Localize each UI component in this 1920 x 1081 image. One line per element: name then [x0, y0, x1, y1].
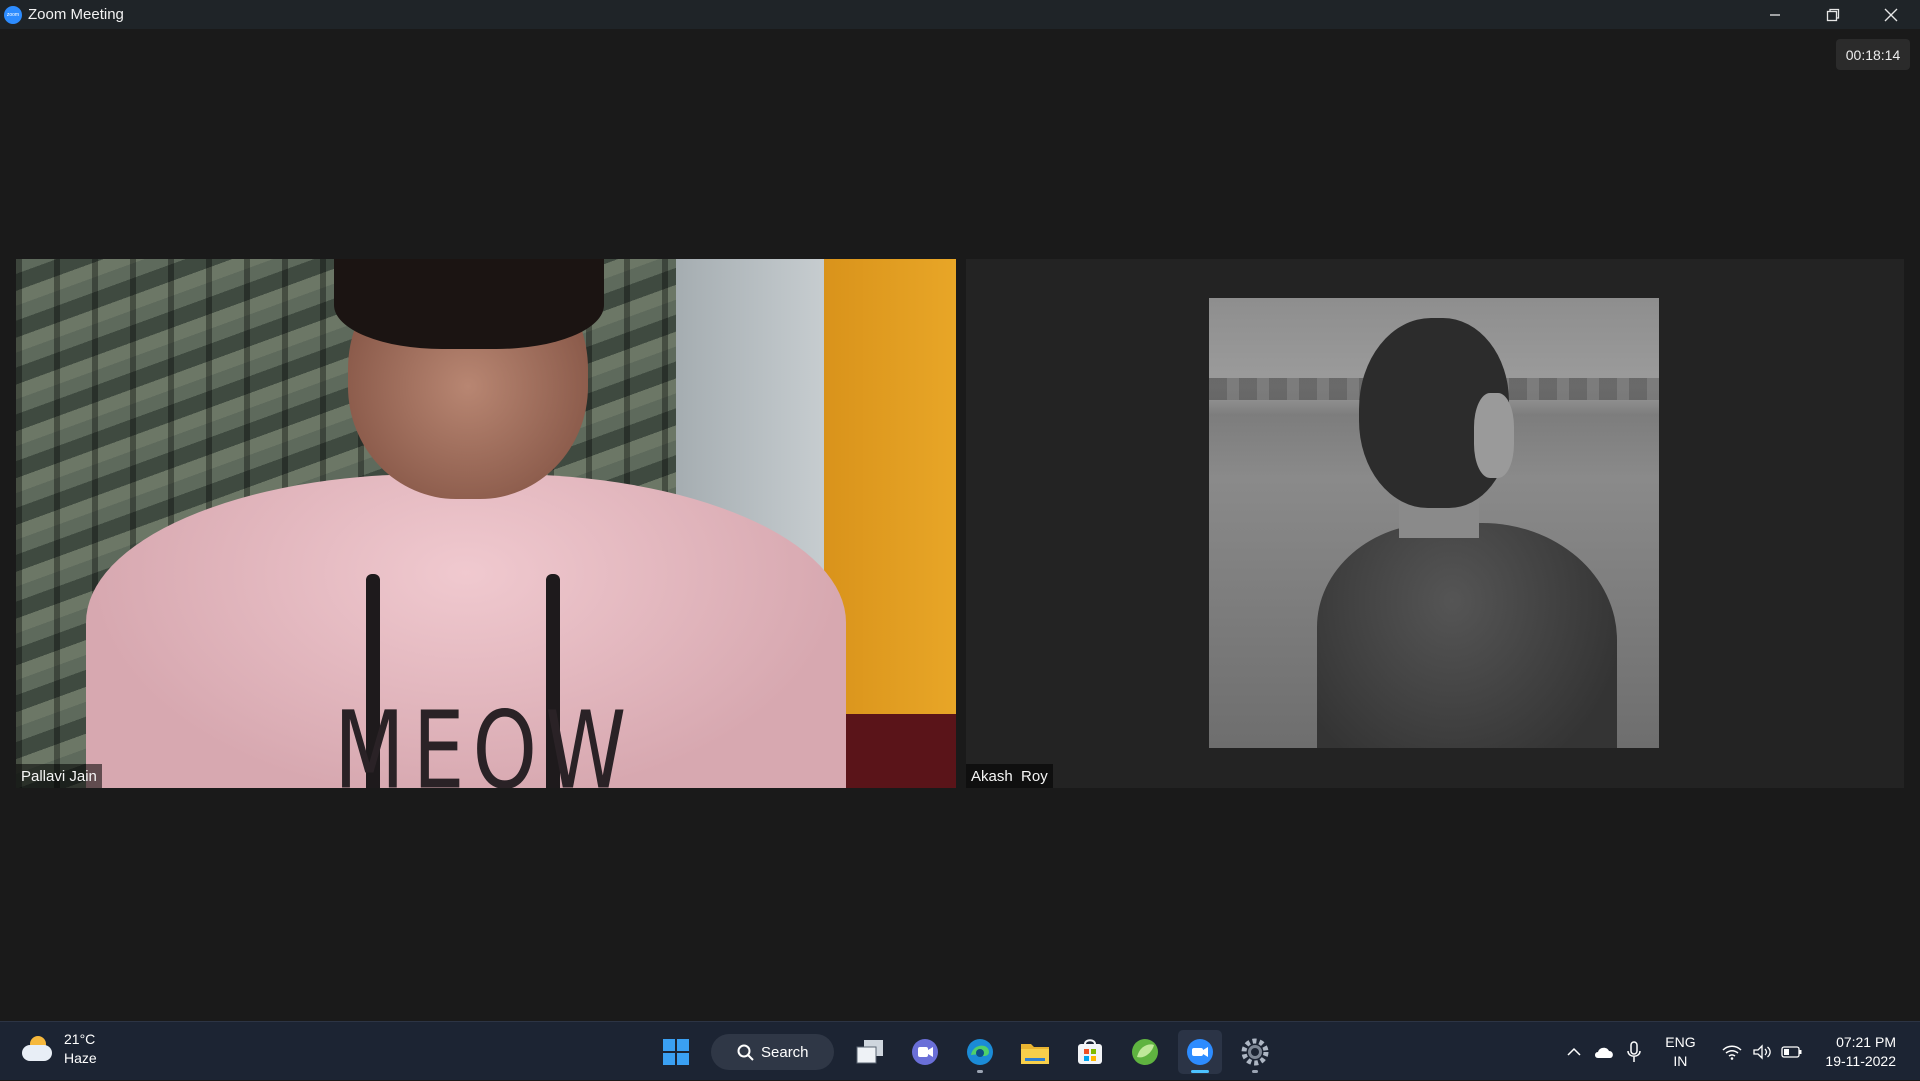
clock-time: 07:21 PM — [1836, 1033, 1896, 1050]
restore-icon — [1826, 8, 1840, 21]
clock-date: 19-11-2022 — [1825, 1052, 1896, 1069]
chat-icon — [912, 1039, 938, 1065]
close-button[interactable] — [1862, 0, 1920, 29]
microphone-button[interactable] — [1619, 1037, 1649, 1067]
restore-button[interactable] — [1804, 0, 1862, 29]
taskbar-apps: Search — [654, 1030, 1288, 1074]
weather-condition: Haze — [64, 1050, 97, 1066]
windows-start-icon — [663, 1039, 689, 1065]
weather-widget[interactable]: 21°C Haze — [20, 1030, 97, 1068]
region-code: IN — [1673, 1052, 1688, 1069]
logo-text: zoom — [6, 11, 20, 18]
zoom-icon — [1187, 1039, 1213, 1065]
photo-person-face — [1474, 393, 1514, 478]
wifi-icon — [1722, 1045, 1742, 1060]
meeting-timer: 00:18:14 — [1836, 39, 1910, 70]
onedrive-button[interactable] — [1589, 1037, 1619, 1067]
volume-button[interactable] — [1747, 1037, 1777, 1067]
battery-button[interactable] — [1777, 1037, 1807, 1067]
zoom-logo-icon: zoom — [4, 5, 22, 24]
search-icon — [737, 1044, 754, 1061]
start-button[interactable] — [654, 1030, 698, 1074]
green-app-button[interactable] — [1123, 1030, 1167, 1074]
video-tile-akash[interactable]: Akash Roy — [966, 259, 1904, 788]
settings-icon — [1241, 1038, 1269, 1066]
participant-name-tag: Pallavi Jain — [16, 764, 102, 788]
taskbar-search[interactable]: Search — [711, 1034, 834, 1070]
chat-button[interactable] — [903, 1030, 947, 1074]
close-icon — [1884, 8, 1898, 21]
network-button[interactable] — [1717, 1037, 1747, 1067]
running-indicator — [1252, 1070, 1258, 1073]
hoodie-print: MEOW — [334, 689, 635, 788]
store-button[interactable] — [1068, 1030, 1112, 1074]
photo-person-body — [1317, 523, 1617, 748]
onedrive-cloud-icon — [1595, 1047, 1614, 1058]
show-hidden-icons-button[interactable] — [1559, 1037, 1589, 1067]
weather-temperature: 21°C — [64, 1031, 96, 1047]
profile-picture — [1209, 298, 1659, 748]
search-label: Search — [761, 1043, 809, 1061]
task-view-icon — [856, 1040, 883, 1064]
edge-button[interactable] — [958, 1030, 1002, 1074]
microphone-icon — [1627, 1040, 1642, 1062]
minimize-button[interactable] — [1746, 0, 1804, 29]
input-language-indicator[interactable]: ENG IN — [1655, 1033, 1705, 1071]
task-view-button[interactable] — [848, 1030, 892, 1074]
window-title: Zoom Meeting — [28, 6, 124, 23]
participant-hair — [334, 259, 604, 349]
window-controls — [1746, 0, 1920, 29]
store-icon — [1078, 1039, 1102, 1064]
language-code: ENG — [1665, 1033, 1696, 1050]
participant-name-tag: Akash Roy — [966, 764, 1053, 788]
volume-icon — [1753, 1043, 1772, 1060]
settings-button[interactable] — [1233, 1030, 1277, 1074]
system-clock[interactable]: 07:21 PM 19-11-2022 — [1825, 1033, 1896, 1071]
battery-icon — [1781, 1045, 1802, 1058]
edge-icon — [967, 1039, 993, 1065]
chevron-up-icon — [1567, 1047, 1581, 1056]
meeting-stage: 00:18:14 MEOW Pallavi Jain Akash Roy — [0, 29, 1920, 1021]
minimize-icon — [1770, 13, 1780, 16]
zoom-taskbar-button[interactable] — [1178, 1030, 1222, 1074]
video-tile-pallavi[interactable]: MEOW Pallavi Jain — [16, 259, 956, 788]
title-bar: zoom Zoom Meeting — [0, 0, 1920, 29]
file-explorer-button[interactable] — [1013, 1030, 1057, 1074]
weather-cloud-sun-icon — [20, 1034, 54, 1064]
taskbar: 21°C Haze Search ENG IN 07:21 PM 19-11-2… — [0, 1021, 1920, 1080]
file-explorer-icon — [1021, 1044, 1049, 1064]
app-green-icon — [1132, 1039, 1158, 1065]
running-indicator — [977, 1070, 983, 1073]
system-tray: ENG IN 07:21 PM 19-11-2022 — [1559, 1022, 1920, 1081]
active-indicator — [1191, 1070, 1209, 1073]
